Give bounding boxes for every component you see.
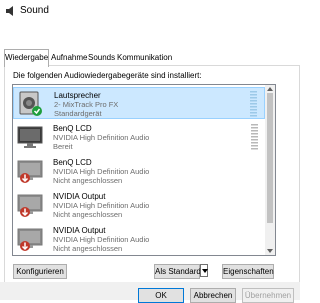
device-name: BenQ LCD <box>53 158 92 167</box>
device-status: Standardgerät <box>54 109 102 118</box>
device-driver: NVIDIA High Definition Audio <box>53 235 150 244</box>
sound-app-icon <box>6 6 13 16</box>
device-driver: NVIDIA High Definition Audio <box>53 167 150 176</box>
volume-level-meter <box>251 124 258 150</box>
device-status: Bereit <box>53 142 73 151</box>
tab-sounds[interactable]: Sounds <box>88 52 115 64</box>
apply-button[interactable]: Übernehmen <box>242 288 294 303</box>
device-name: NVIDIA Output <box>53 226 106 235</box>
device-name: Lautsprecher <box>54 91 101 100</box>
scroll-down-arrow-icon[interactable] <box>267 249 273 253</box>
scroll-up-arrow-icon[interactable] <box>267 87 273 91</box>
cancel-button[interactable]: Abbrechen <box>190 288 236 303</box>
tab-wiedergabe[interactable]: Wiedergabe <box>4 49 49 67</box>
tab-aufnahme[interactable]: Aufnahme <box>51 52 87 64</box>
device-item-benq-ready[interactable]: BenQ LCD NVIDIA High Definition Audio Be… <box>13 121 265 153</box>
list-scrollbar[interactable] <box>265 85 275 255</box>
configure-button[interactable]: Konfigurieren <box>13 264 67 279</box>
device-item-nvidia-output-1[interactable]: NVIDIA Output NVIDIA High Definition Aud… <box>13 189 265 221</box>
device-driver: NVIDIA High Definition Audio <box>53 133 150 142</box>
tab-kommunikation[interactable]: Kommunikation <box>117 52 172 64</box>
monitor-unplugged-icon <box>17 228 43 251</box>
intro-text: Die folgenden Audiowiedergabegeräte sind… <box>13 71 202 80</box>
device-name: BenQ LCD <box>53 124 92 133</box>
ok-button[interactable]: OK <box>138 288 184 303</box>
device-item-lautsprecher[interactable]: Lautsprecher 2- MixTrack Pro FX Standard… <box>13 87 265 119</box>
tab-wiedergabe-label: Wiedergabe <box>5 53 49 62</box>
device-list[interactable]: Lautsprecher 2- MixTrack Pro FX Standard… <box>12 84 276 256</box>
device-status: Nicht angeschlossen <box>53 244 123 253</box>
device-driver: 2- MixTrack Pro FX <box>54 100 119 109</box>
window-title: Sound <box>20 5 49 16</box>
title-bar: Sound <box>0 0 300 22</box>
device-item-nvidia-output-2[interactable]: NVIDIA Output NVIDIA High Definition Aud… <box>13 223 265 255</box>
monitor-icon <box>17 126 43 148</box>
monitor-unplugged-icon <box>17 194 43 217</box>
scroll-thumb[interactable] <box>267 93 273 223</box>
set-default-button[interactable]: Als Standard <box>154 264 201 279</box>
set-default-dropdown-icon[interactable] <box>200 264 208 277</box>
speaker-icon <box>19 91 42 116</box>
device-driver: NVIDIA High Definition Audio <box>53 201 150 210</box>
volume-level-meter <box>250 91 257 117</box>
device-status: Nicht angeschlossen <box>53 210 123 219</box>
device-status: Nicht angeschlossen <box>53 176 123 185</box>
device-name: NVIDIA Output <box>53 192 106 201</box>
device-item-benq-unplugged[interactable]: BenQ LCD NVIDIA High Definition Audio Ni… <box>13 155 265 187</box>
monitor-unplugged-icon <box>17 160 43 183</box>
properties-button[interactable]: Eigenschaften <box>222 264 274 279</box>
